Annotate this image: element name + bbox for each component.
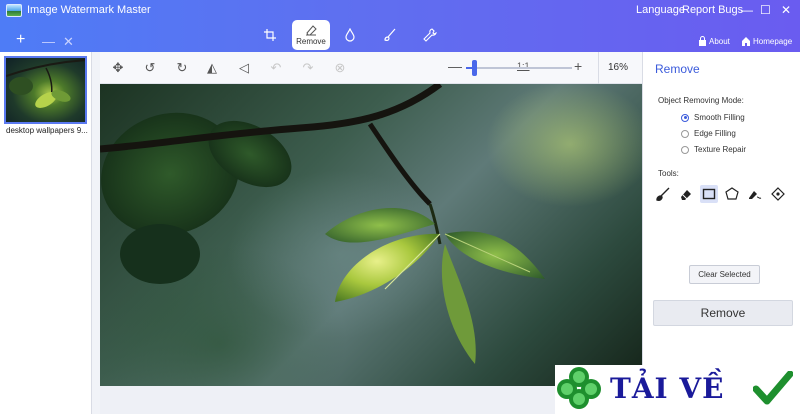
homepage-label: Homepage [753,37,793,46]
remove-settings-panel: Remove Object Removing Mode: Smooth Fill… [642,52,800,414]
rotate-right-icon[interactable]: ↻ [174,60,190,76]
fit-icon[interactable]: ✥ [110,60,126,76]
zoom-in-icon[interactable]: + [574,58,582,74]
thumbnail-image[interactable] [4,56,87,124]
radio-dot [681,145,689,154]
polygon-tool-icon[interactable] [723,185,741,203]
tab-watermark[interactable] [332,20,368,50]
maximize-icon[interactable]: ☐ [760,2,771,18]
canvas-toolbar: ✥ ↺ ↻ ◭ ◁ ↶ ↷ ⊗ 1:1 — + [100,52,642,84]
tab-repair[interactable] [412,20,448,50]
eraser-icon [306,25,317,36]
undo-icon[interactable]: ↶ [268,60,284,76]
flip-horizontal-icon[interactable]: ◭ [204,60,220,76]
radio-texture-repair[interactable]: Texture Repair [681,145,746,154]
language-menu[interactable]: Language [636,4,685,17]
about-link[interactable]: About [698,36,730,47]
watermark-text: TẢI VỀ [610,372,725,405]
tools-label: Tools: [658,169,679,178]
radio-label: Texture Repair [694,145,747,154]
report-bugs-link[interactable]: Report Bugs [682,4,743,17]
toolbar-divider [598,52,599,84]
zoom-slider-handle[interactable] [472,60,477,76]
brush-icon [384,28,396,41]
minus-icon[interactable]: — [42,35,55,49]
lock-icon [699,36,706,46]
title-bar: Image Watermark Master + — ✕ Remove Lang… [0,0,800,52]
tab-remove-label: Remove [296,37,326,46]
removing-mode-label: Object Removing Mode: [658,96,744,105]
clear-selected-button[interactable]: Clear Selected [689,265,760,284]
remove-button[interactable]: Remove [653,300,793,326]
thumbnail-leaf-graphic [6,59,85,108]
redo-icon[interactable]: ↷ [300,60,316,76]
radio-label: Edge Filling [694,129,736,138]
panel-title: Remove [655,62,700,76]
rectangle-tool-icon[interactable] [700,185,718,203]
close-file-icon[interactable]: ✕ [63,35,74,49]
radio-edge-filling[interactable]: Edge Filling [681,129,736,138]
drop-icon [345,28,355,42]
thumbnail-label: desktop wallpapers 9... [6,126,88,135]
flip-vertical-icon[interactable]: ◁ [236,60,252,76]
eraser-tool-icon[interactable] [677,185,695,203]
clear-icon[interactable]: ⊗ [332,60,348,76]
tab-brush[interactable] [372,20,408,50]
tab-remove[interactable]: Remove [292,20,330,50]
image-canvas[interactable] [100,84,642,386]
magic-brush-tool-icon[interactable] [746,185,764,203]
homepage-link[interactable]: Homepage [741,36,792,47]
window-close-icon[interactable]: ✕ [781,2,791,18]
radio-dot [681,113,689,122]
radio-dot [681,129,689,138]
leaf-photo [100,84,545,364]
watermark-banner: TẢI VỀ [555,365,800,414]
wrench-icon [423,28,437,42]
rotate-left-icon[interactable]: ↺ [142,60,158,76]
crop-icon [264,29,276,41]
clover-icon [557,367,601,409]
zoom-slider-track[interactable] [466,67,572,69]
zoom-out-icon[interactable]: — [448,58,462,74]
app-title: Image Watermark Master [27,4,151,16]
thumbnail-panel: desktop wallpapers 9... [0,52,92,414]
radio-label: Smooth Filling [694,113,745,122]
tab-crop[interactable] [252,20,288,50]
point-tool-icon[interactable] [769,185,787,203]
minimize-icon[interactable]: — [741,2,753,18]
actual-size-button[interactable]: 1:1 [517,61,530,71]
radio-smooth-filling[interactable]: Smooth Filling [681,113,745,122]
about-label: About [709,37,730,46]
app-logo-icon [6,4,22,17]
checkmark-icon [753,371,793,405]
home-icon [742,37,750,46]
zoom-percent: 16% [608,62,629,73]
brush-tool-icon[interactable] [654,185,672,203]
add-icon[interactable]: + [16,32,25,48]
